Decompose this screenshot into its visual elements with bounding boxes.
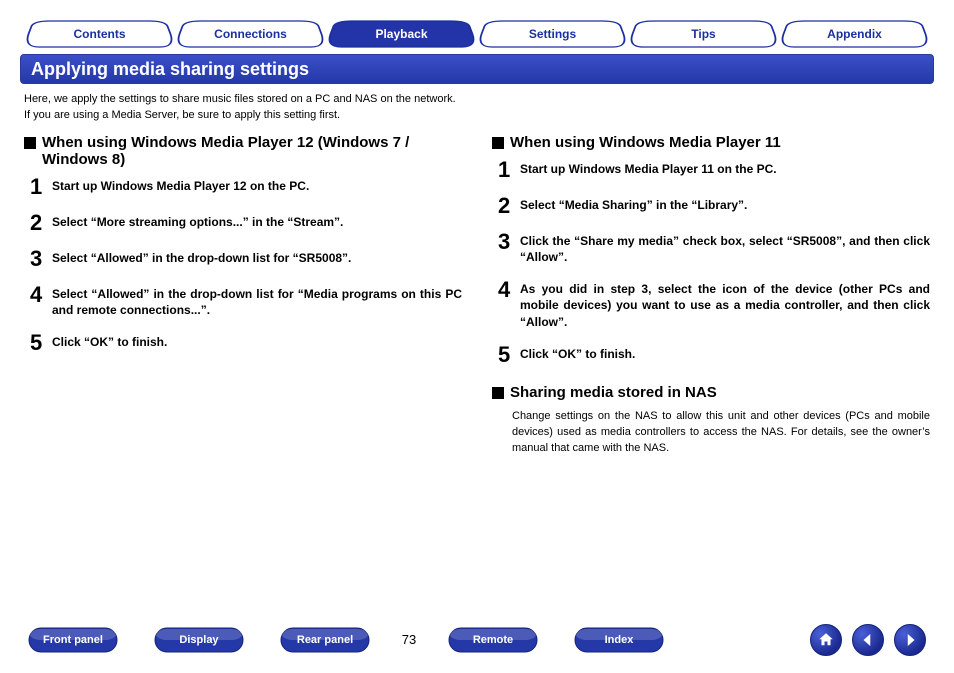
tab-label: Connections xyxy=(175,20,326,48)
step-text: Click “OK” to finish. xyxy=(52,334,167,350)
list-item: 5 Click “OK” to finish. xyxy=(498,344,930,366)
prev-icon xyxy=(859,631,877,649)
left-heading: When using Windows Media Player 12 (Wind… xyxy=(24,134,462,168)
remote-button[interactable]: Remote xyxy=(448,627,538,653)
step-number: 4 xyxy=(30,284,52,306)
button-label: Index xyxy=(574,627,664,653)
square-bullet-icon xyxy=(492,137,504,149)
tab-label: Playback xyxy=(326,20,477,48)
list-item: 1 Start up Windows Media Player 11 on th… xyxy=(498,159,930,181)
step-text: Start up Windows Media Player 12 on the … xyxy=(52,178,309,194)
right-column: When using Windows Media Player 11 1 Sta… xyxy=(492,134,930,457)
step-text: Start up Windows Media Player 11 on the … xyxy=(520,161,777,177)
display-button[interactable]: Display xyxy=(154,627,244,653)
rear-panel-button[interactable]: Rear panel xyxy=(280,627,370,653)
tab-contents[interactable]: Contents xyxy=(24,20,175,48)
step-number: 5 xyxy=(498,344,520,366)
intro-line: If you are using a Media Server, be sure… xyxy=(24,108,934,124)
step-number: 5 xyxy=(30,332,52,354)
next-icon xyxy=(901,631,919,649)
nas-body-text: Change settings on the NAS to allow this… xyxy=(512,409,930,457)
list-item: 1 Start up Windows Media Player 12 on th… xyxy=(30,176,462,198)
square-bullet-icon xyxy=(24,137,36,149)
button-label: Display xyxy=(154,627,244,653)
list-item: 4 As you did in step 3, select the icon … xyxy=(498,279,930,330)
button-label: Front panel xyxy=(28,627,118,653)
tab-settings[interactable]: Settings xyxy=(477,20,628,48)
next-page-button[interactable] xyxy=(894,624,926,656)
step-text: Select “More streaming options...” in th… xyxy=(52,214,343,230)
list-item: 4 Select “Allowed” in the drop-down list… xyxy=(30,284,462,318)
index-button[interactable]: Index xyxy=(574,627,664,653)
home-icon xyxy=(817,631,835,649)
right-heading: When using Windows Media Player 11 xyxy=(492,134,930,151)
list-item: 5 Click “OK” to finish. xyxy=(30,332,462,354)
button-label: Rear panel xyxy=(280,627,370,653)
button-label: Remote xyxy=(448,627,538,653)
step-number: 1 xyxy=(30,176,52,198)
nas-heading: Sharing media stored in NAS xyxy=(492,384,930,401)
intro-text: Here, we apply the settings to share mus… xyxy=(24,92,934,124)
page-number: 73 xyxy=(402,632,416,647)
home-button[interactable] xyxy=(810,624,842,656)
step-number: 1 xyxy=(498,159,520,181)
tab-connections[interactable]: Connections xyxy=(175,20,326,48)
tab-label: Contents xyxy=(24,20,175,48)
step-text: Select “Allowed” in the drop-down list f… xyxy=(52,250,351,266)
section-title: Applying media sharing settings xyxy=(31,59,309,80)
list-item: 3 Click the “Share my media” check box, … xyxy=(498,231,930,265)
step-number: 3 xyxy=(498,231,520,253)
tab-label: Settings xyxy=(477,20,628,48)
step-number: 4 xyxy=(498,279,520,301)
step-text: Click “OK” to finish. xyxy=(520,346,635,362)
step-text: Select “Allowed” in the drop-down list f… xyxy=(52,286,462,318)
step-text: As you did in step 3, select the icon of… xyxy=(520,281,930,330)
tab-tips[interactable]: Tips xyxy=(628,20,779,48)
step-number: 3 xyxy=(30,248,52,270)
section-title-bar: Applying media sharing settings xyxy=(20,54,934,84)
left-column: When using Windows Media Player 12 (Wind… xyxy=(24,134,462,457)
front-panel-button[interactable]: Front panel xyxy=(28,627,118,653)
list-item: 3 Select “Allowed” in the drop-down list… xyxy=(30,248,462,270)
tab-appendix[interactable]: Appendix xyxy=(779,20,930,48)
tab-label: Appendix xyxy=(779,20,930,48)
top-nav-tabs: Contents Connections Playback Settings T… xyxy=(24,18,930,48)
heading-text: When using Windows Media Player 12 (Wind… xyxy=(42,134,462,168)
footer-bar: Front panel Display Rear panel 73 Remote… xyxy=(0,623,954,657)
step-number: 2 xyxy=(498,195,520,217)
tab-playback[interactable]: Playback xyxy=(326,20,477,48)
step-text: Click the “Share my media” check box, se… xyxy=(520,233,930,265)
list-item: 2 Select “More streaming options...” in … xyxy=(30,212,462,234)
tab-label: Tips xyxy=(628,20,779,48)
prev-page-button[interactable] xyxy=(852,624,884,656)
step-text: Select “Media Sharing” in the “Library”. xyxy=(520,197,747,213)
intro-line: Here, we apply the settings to share mus… xyxy=(24,92,934,108)
step-number: 2 xyxy=(30,212,52,234)
square-bullet-icon xyxy=(492,387,504,399)
heading-text: Sharing media stored in NAS xyxy=(510,384,717,401)
heading-text: When using Windows Media Player 11 xyxy=(510,134,781,151)
list-item: 2 Select “Media Sharing” in the “Library… xyxy=(498,195,930,217)
